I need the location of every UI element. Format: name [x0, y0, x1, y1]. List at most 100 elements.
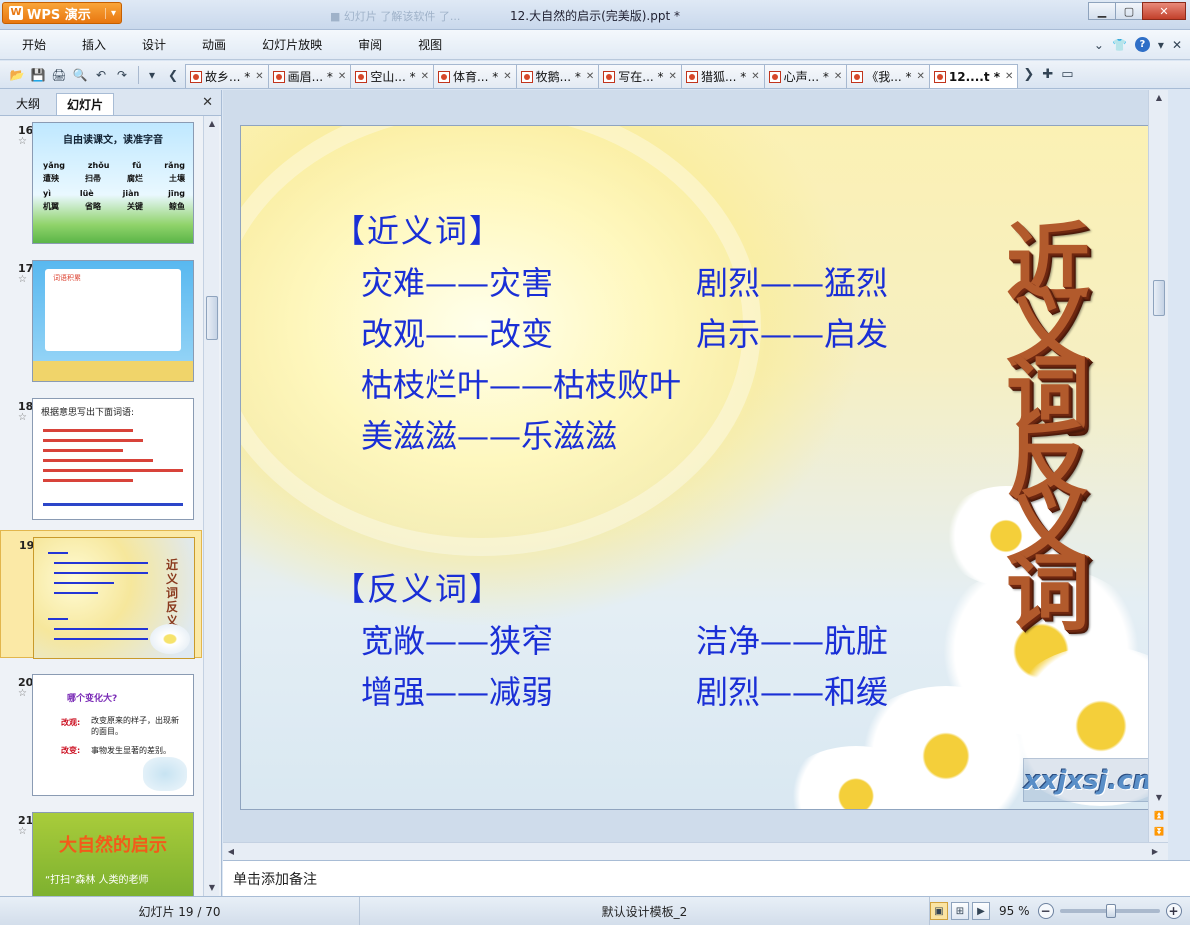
chevron-down-icon[interactable]: ▾ — [1158, 38, 1164, 52]
previous-slide-icon[interactable]: ⏫ — [1151, 808, 1167, 824]
slide-thumbnail[interactable]: 自由读课文，读准字音 yǎng zhǒu fǔ rǎng 遭殃 扫帚 腐烂 土壤 yì lüè… — [32, 122, 194, 244]
zoom-slider-handle[interactable] — [1106, 904, 1117, 918]
skin-shirt-icon[interactable]: 👕 — [1112, 38, 1127, 52]
doc-tab-1[interactable]: 故乡... * ✕ — [185, 64, 269, 88]
doc-tab-active[interactable]: 12....t * ✕ — [928, 64, 1019, 88]
help-icon[interactable]: ? — [1134, 37, 1150, 52]
menu-animation[interactable]: 动画 — [184, 30, 244, 60]
tab-scroll-left-icon[interactable]: ❮ — [164, 66, 182, 84]
slide-thumbnail[interactable]: 根据意思写出下面词语: — [32, 398, 194, 520]
doc-tab-5[interactable]: 牧鹅... * ✕ — [515, 64, 600, 88]
thumbnail-item[interactable]: 17 ☆ 词语积累 — [0, 254, 202, 382]
ppt-file-icon — [933, 70, 946, 83]
ppt-file-icon — [272, 70, 285, 83]
tab-close-icon[interactable]: ✕ — [503, 71, 511, 82]
animation-star-icon: ☆ — [18, 136, 27, 147]
tab-close-icon[interactable]: ✕ — [338, 71, 346, 82]
menu-home[interactable]: 开始 — [0, 30, 64, 60]
doc-tab-9[interactable]: 《我... * ✕ — [846, 64, 930, 88]
doc-tab-8[interactable]: 心声... * ✕ — [763, 64, 848, 88]
ppt-file-icon — [768, 70, 781, 83]
undo-icon[interactable]: ↶ — [92, 66, 110, 84]
tab-outline[interactable]: 大纲 — [6, 93, 50, 115]
tab-close-icon[interactable]: ✕ — [751, 71, 759, 82]
thumbnail-item[interactable]: 21 ☆ 大自然的启示 “打扫”森林 人类的老师 — [0, 806, 202, 896]
thumbnail-scrollbar[interactable]: ▲ ▼ — [203, 116, 219, 896]
tab-close-icon[interactable]: ✕ — [1005, 71, 1013, 82]
thumb-ground — [33, 361, 193, 381]
slideshow-view-icon[interactable]: ▶ — [972, 902, 990, 920]
zoom-slider[interactable] — [1059, 904, 1160, 918]
menu-view[interactable]: 视图 — [400, 30, 460, 60]
doc-tab-7[interactable]: 猎狐... * ✕ — [680, 64, 765, 88]
notes-pane[interactable]: 单击添加备注 — [223, 860, 1190, 896]
doc-tab-4[interactable]: 体育... * ✕ — [432, 64, 517, 88]
scroll-up-icon[interactable]: ▲ — [204, 116, 220, 132]
slide-thumbnail[interactable]: 词语积累 — [32, 260, 194, 382]
slide-thumbnail[interactable]: 哪个变化大? 改观: 改变原来的样子，出现新的面目。 改变: 事物发生显著的差别… — [32, 674, 194, 796]
zoom-level: 95 % — [999, 904, 1030, 918]
print-preview-icon[interactable]: 🔍 — [71, 66, 89, 84]
thumbnail-item[interactable]: 20 ☆ 哪个变化大? 改观: 改变原来的样子，出现新的面目。 改变: 事物发生… — [0, 668, 202, 796]
menu-slideshow[interactable]: 幻灯片放映 — [244, 30, 340, 60]
ribbon-close-icon[interactable]: ✕ — [1172, 38, 1182, 52]
slide-horizontal-scrollbar[interactable]: ◀ ▶ — [223, 842, 1168, 860]
thumb-line — [48, 552, 68, 554]
vertical-3d-title: 近义词反义词 — [1005, 213, 1090, 642]
doc-tab-label: 写在... * — [618, 70, 664, 84]
slide-thumbnail[interactable]: 近义词反义词 — [33, 537, 195, 659]
collapse-ribbon-icon[interactable]: ⌄ — [1094, 38, 1104, 52]
maximize-button[interactable]: ▢ — [1115, 2, 1143, 20]
thumb-line — [54, 572, 148, 574]
tab-close-icon[interactable]: ✕ — [421, 71, 429, 82]
slide-vertical-scrollbar[interactable]: ▲ ▼ ⏫ ⏬ — [1148, 90, 1168, 842]
status-bar: 幻灯片 19 / 70 默认设计模板_2 ▣ ⊞ ▶ 95 % − + — [0, 896, 1190, 925]
tab-close-icon[interactable]: ✕ — [917, 71, 925, 82]
doc-tab-2[interactable]: 画眉... * ✕ — [267, 64, 352, 88]
slide-thumbnail[interactable]: 大自然的启示 “打扫”森林 人类的老师 — [32, 812, 194, 896]
new-tab-plus-icon[interactable]: ✚ — [1042, 67, 1053, 82]
tab-slides[interactable]: 幻灯片 — [56, 93, 115, 115]
tab-scroll-right-icon[interactable]: ❯ — [1023, 67, 1034, 82]
thumb-title: 根据意思写出下面词语: — [41, 408, 135, 418]
zoom-in-icon[interactable]: + — [1165, 903, 1182, 919]
save-icon[interactable]: 💾 — [29, 66, 47, 84]
menu-review[interactable]: 审阅 — [340, 30, 400, 60]
slide-sorter-view-icon[interactable]: ⊞ — [951, 902, 969, 920]
tab-list-icon[interactable]: ▭ — [1061, 67, 1073, 82]
next-slide-icon[interactable]: ⏬ — [1151, 824, 1167, 840]
scroll-down-icon[interactable]: ▼ — [204, 880, 220, 896]
thumb-title: 词语积累 — [53, 274, 81, 282]
synonym-pair: 剧烈——猛烈 — [696, 264, 889, 302]
thumbnail-item[interactable]: 16 ☆ 自由读课文，读准字音 yǎng zhǒu fǔ rǎng 遭殃 扫帚 腐烂 土壤 … — [0, 116, 202, 244]
menu-insert[interactable]: 插入 — [64, 30, 124, 60]
scroll-right-icon[interactable]: ▶ — [1147, 844, 1163, 860]
tab-close-icon[interactable]: ✕ — [255, 71, 263, 82]
open-folder-icon[interactable]: 📂 — [8, 66, 26, 84]
scroll-up-icon[interactable]: ▲ — [1151, 90, 1167, 106]
tab-close-icon[interactable]: ✕ — [834, 71, 842, 82]
normal-view-icon[interactable]: ▣ — [930, 902, 948, 920]
doc-tab-3[interactable]: 空山... * ✕ — [350, 64, 434, 88]
thumbnail-item[interactable]: 18 ☆ 根据意思写出下面词语: — [0, 392, 202, 520]
menu-design[interactable]: 设计 — [124, 30, 184, 60]
close-panel-icon[interactable]: ✕ — [202, 95, 213, 110]
thumbnail-item-selected[interactable]: 19 近义词反义词 — [0, 530, 202, 659]
current-slide[interactable]: 【近义词】 灾难——灾害 剧烈——猛烈 改观——改变 启示——启发 枯枝烂叶——… — [240, 125, 1152, 810]
tab-close-icon[interactable]: ✕ — [669, 71, 677, 82]
redo-icon[interactable]: ↷ — [113, 66, 131, 84]
scrollbar-thumb[interactable] — [206, 296, 218, 340]
close-window-button[interactable]: ✕ — [1142, 2, 1186, 20]
print-icon[interactable]: 🖨 — [50, 66, 68, 84]
tab-close-icon[interactable]: ✕ — [586, 71, 594, 82]
zoom-out-icon[interactable]: − — [1037, 903, 1054, 919]
scroll-left-icon[interactable]: ◀ — [223, 844, 239, 860]
ppt-file-icon — [520, 70, 533, 83]
doc-tab-6[interactable]: 写在... * ✕ — [598, 64, 682, 88]
scrollbar-thumb[interactable] — [1153, 280, 1165, 316]
panel-tabs: 大纲 幻灯片 ✕ — [0, 90, 221, 116]
toolbar-divider — [138, 65, 139, 84]
scroll-down-icon[interactable]: ▼ — [1151, 790, 1167, 806]
minimize-button[interactable]: ▁ — [1088, 2, 1116, 20]
customize-dropdown-icon[interactable]: ▾ — [143, 66, 161, 84]
